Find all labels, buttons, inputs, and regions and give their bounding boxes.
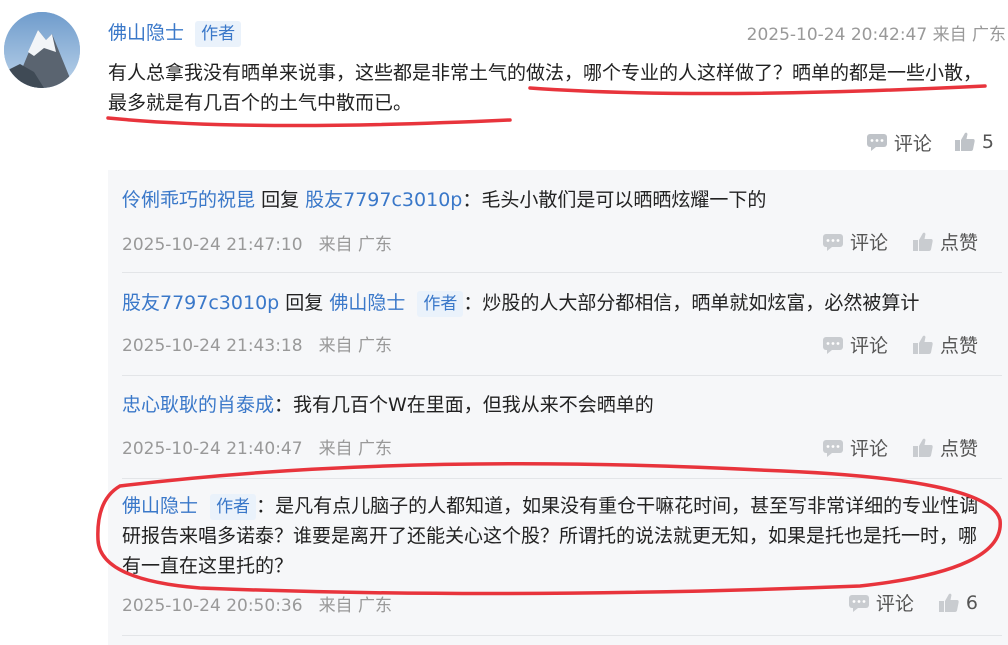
comment-icon xyxy=(822,336,843,354)
author-badge: 作者 xyxy=(210,494,257,520)
comment-thread: 佛山隐士 作者 2025-10-24 20:42:47 来自 广东 有人总拿我没… xyxy=(0,0,1008,645)
main-timestamp: 2025-10-24 20:42:47 来自 广东 xyxy=(746,25,1006,45)
reply-comment-button[interactable]: 评论 xyxy=(822,434,888,461)
reply-meta: 2025-10-24 20:50:36 来自 广东 xyxy=(122,591,392,616)
reply-author[interactable]: 佛山隐士 xyxy=(122,495,198,517)
comment-icon xyxy=(848,594,869,612)
reply-actions: 评论 点赞 xyxy=(822,228,978,255)
reply-location: 来自 广东 xyxy=(318,235,392,255)
reply-content: ：我有几百个W在里面，但我从来不会晒单的 xyxy=(274,394,654,416)
reply-location: 来自 广东 xyxy=(318,439,392,459)
comment-label: 评论 xyxy=(875,593,914,615)
reply-author[interactable]: 忠心耿耿的肖泰成 xyxy=(122,394,274,416)
reply-like-button[interactable]: 6 xyxy=(938,592,978,614)
comment-label: 评论 xyxy=(849,335,888,357)
like-count: 6 xyxy=(965,591,978,614)
thumbs-up-icon xyxy=(938,593,959,612)
reply-like-button[interactable]: 点赞 xyxy=(912,228,978,255)
reply-item: 股友7797c3010p 回复 佛山隐士 作者 ：炒股的人大部分都相信，晒单就如炫… xyxy=(108,273,1008,375)
reply-actions: 评论 6 xyxy=(848,589,978,616)
reply-comment-button[interactable]: 评论 xyxy=(822,331,888,358)
reply-location: 来自 广东 xyxy=(318,336,392,356)
main-username[interactable]: 佛山隐士 xyxy=(108,22,184,44)
reply-author[interactable]: 股友7797c3010p xyxy=(122,292,279,314)
reply-meta: 2025-10-24 21:43:18 来自 广东 xyxy=(122,331,392,356)
reply-word: 回复 xyxy=(261,189,300,211)
author-badge: 作者 xyxy=(195,21,242,47)
reply-meta: 2025-10-24 21:40:47 来自 广东 xyxy=(122,434,392,459)
avatar[interactable] xyxy=(4,12,80,88)
reply-content: ：毛头小散们是可以晒晒炫耀一下的 xyxy=(462,189,767,211)
reply-meta: 2025-10-24 21:47:10 来自 广东 xyxy=(122,230,392,255)
reply-like-button[interactable]: 点赞 xyxy=(912,331,978,358)
thumbs-up-icon xyxy=(912,438,933,457)
reply-item: 忠心耿耿的肖泰成：我有几百个W在里面，但我从来不会晒单的 2025-10-24 … xyxy=(108,376,1008,478)
like-label: 点赞 xyxy=(939,335,978,357)
like-count: 5 xyxy=(981,131,994,153)
reply-target[interactable]: 股友7797c3010p xyxy=(305,189,462,211)
reply-actions: 评论 点赞 xyxy=(822,434,978,461)
thumbs-up-icon xyxy=(912,232,933,251)
main-comment-actions: 评论 5 xyxy=(866,128,994,156)
reply-text-line: 伶俐乖巧的祝昆 回复 股友7797c3010p：毛头小散们是可以晒晒炫耀一下的 xyxy=(122,185,994,215)
main-comment-header: 佛山隐士 作者 2025-10-24 20:42:47 来自 广东 xyxy=(108,18,1008,47)
reply-word: 回复 xyxy=(285,292,324,314)
like-label: 点赞 xyxy=(939,438,978,460)
reply-text-line: 佛山隐士 作者 ：是凡有点儿脑子的人都知道，如果没有重仓干嘛花时间，甚至写非常详细… xyxy=(122,491,994,581)
reply-actions: 评论 点赞 xyxy=(822,331,978,358)
comment-label: 评论 xyxy=(849,438,888,460)
author-badge: 作者 xyxy=(417,291,464,317)
reply-comment-button[interactable]: 评论 xyxy=(822,228,888,255)
comment-label: 评论 xyxy=(849,232,888,254)
divider xyxy=(122,635,1002,636)
main-comment-text: 有人总拿我没有晒单来说事，这些都是非常土气的做法，哪个专业的人这样做了？晒单的都… xyxy=(108,62,983,114)
thumbs-up-icon xyxy=(954,132,975,151)
reply-content: ：炒股的人大部分都相信，晒单就如炫富，必然被算计 xyxy=(463,292,920,314)
like-label: 点赞 xyxy=(939,232,978,254)
reply-text-line: 忠心耿耿的肖泰成：我有几百个W在里面，但我从来不会晒单的 xyxy=(122,390,994,420)
reply-item: 伶俐乖巧的祝昆 回复 股友7797c3010p：毛头小散们是可以晒晒炫耀一下的 … xyxy=(108,170,1008,272)
reply-text-line: 股友7797c3010p 回复 佛山隐士 作者 ：炒股的人大部分都相信，晒单就如炫… xyxy=(122,288,994,318)
reply-item: 佛山隐士 作者 ：是凡有点儿脑子的人都知道，如果没有重仓干嘛花时间，甚至写非常详细… xyxy=(108,479,1008,639)
reply-target[interactable]: 佛山隐士 xyxy=(329,292,405,314)
reply-timestamp: 2025-10-24 21:40:47 xyxy=(122,439,303,459)
reply-timestamp: 2025-10-24 21:43:18 xyxy=(122,336,303,356)
thumbs-up-icon xyxy=(912,335,933,354)
reply-timestamp: 2025-10-24 20:50:36 xyxy=(122,596,303,616)
comment-label: 评论 xyxy=(893,132,932,155)
reply-comment-button[interactable]: 评论 xyxy=(848,589,914,616)
reply-author[interactable]: 伶俐乖巧的祝昆 xyxy=(122,189,255,211)
comment-icon xyxy=(822,439,843,457)
reply-location: 来自 广东 xyxy=(318,596,392,616)
mountain-avatar-icon xyxy=(4,12,80,88)
main-comment-button[interactable]: 评论 xyxy=(866,129,932,156)
comment-icon xyxy=(866,134,887,151)
reply-like-button[interactable]: 点赞 xyxy=(912,434,978,461)
main-like-button[interactable]: 5 xyxy=(954,131,994,153)
reply-timestamp: 2025-10-24 21:47:10 xyxy=(122,235,303,255)
reply-list: 伶俐乖巧的祝昆 回复 股友7797c3010p：毛头小散们是可以晒晒炫耀一下的 … xyxy=(108,170,1008,645)
comment-icon xyxy=(822,233,843,251)
